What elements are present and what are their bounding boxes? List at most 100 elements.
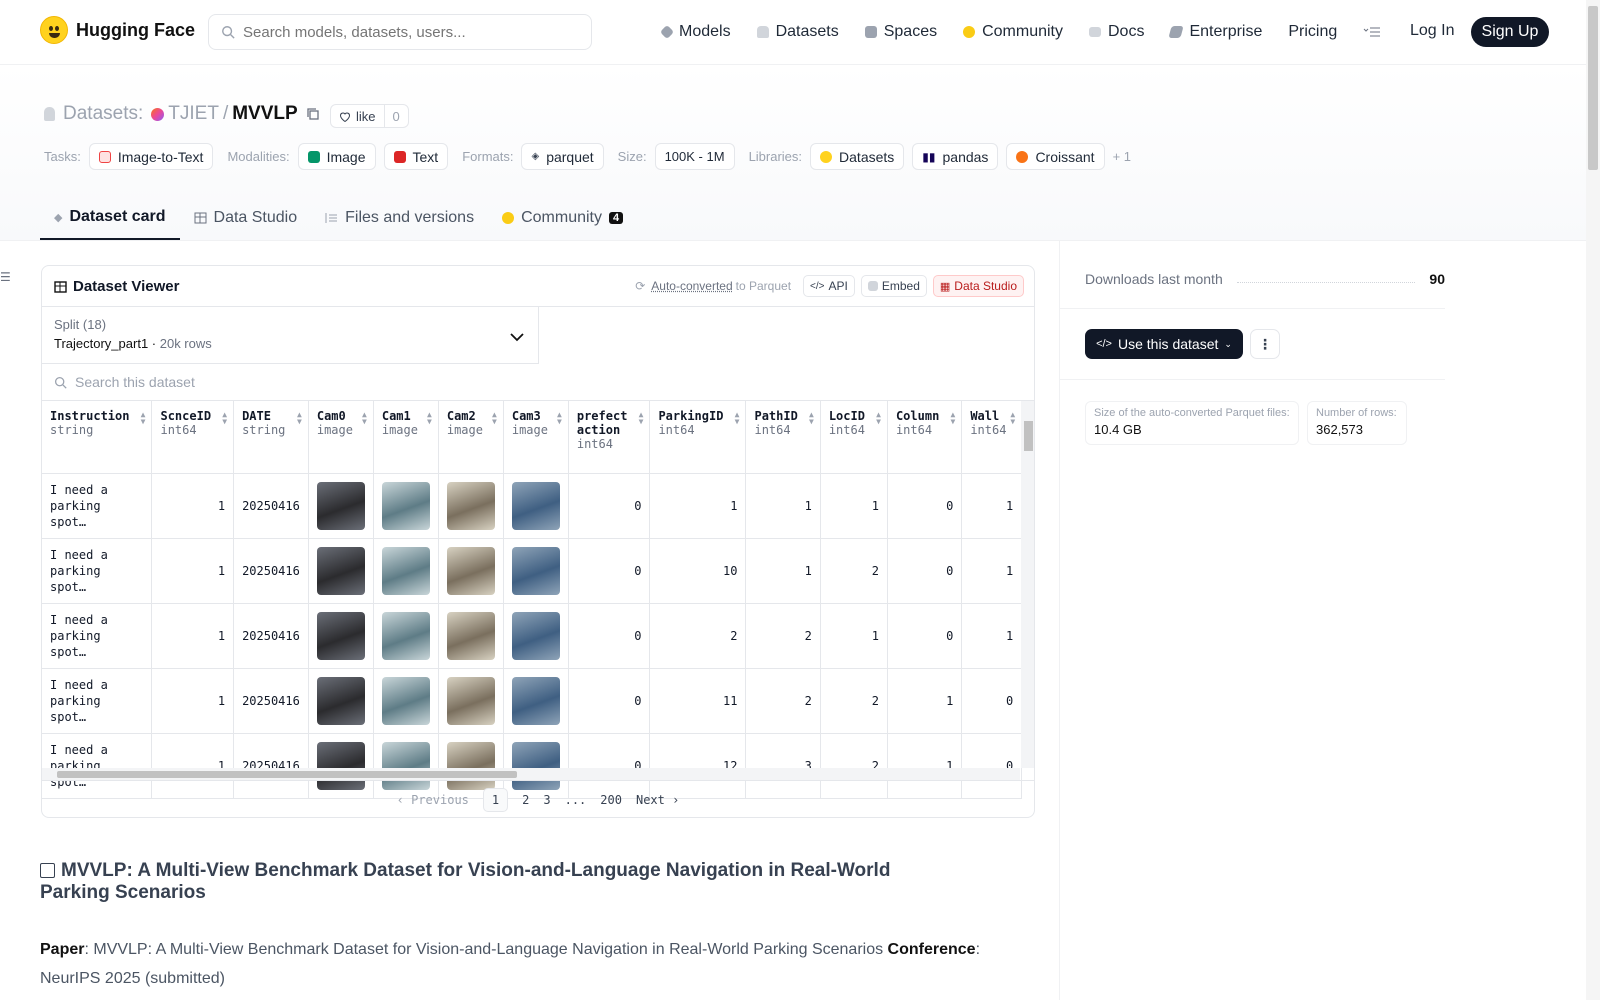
nav-more-menu[interactable] [1363, 26, 1381, 38]
data-cell[interactable]: 2 [820, 668, 888, 734]
data-cell[interactable]: 20250416 [233, 603, 309, 669]
image-cell[interactable] [503, 603, 569, 669]
image-cell[interactable] [503, 473, 569, 539]
copy-icon[interactable] [306, 107, 320, 121]
camera-thumbnail[interactable] [316, 676, 365, 725]
toc-toggle-icon[interactable]: ☰ [0, 270, 11, 284]
sort-icon[interactable]: ▲ ▼ [222, 411, 227, 426]
sort-icon[interactable]: ▲ ▼ [427, 411, 432, 426]
sort-icon[interactable]: ▲ ▼ [809, 411, 814, 426]
data-cell[interactable]: 0 [887, 473, 963, 539]
data-cell[interactable]: 2 [820, 538, 888, 604]
page-1[interactable]: 1 [482, 787, 509, 812]
tag-task-image-to-text[interactable]: Image-to-Text [88, 143, 214, 170]
data-cell[interactable]: 0 [887, 538, 963, 604]
split-selector[interactable]: Split (18) Trajectory_part1 · 20k rows [42, 307, 539, 364]
image-cell[interactable] [308, 603, 374, 669]
global-search-input[interactable] [243, 23, 563, 41]
table-row[interactable]: I need a parking spot… 1 20250416 0 2 2 1 0 1 [42, 603, 1023, 669]
data-cell[interactable]: 1 [961, 603, 1023, 669]
like-button[interactable]: like 0 [330, 104, 409, 128]
page-200[interactable]: 200 [600, 793, 622, 807]
image-cell[interactable] [373, 538, 439, 604]
camera-thumbnail[interactable] [381, 546, 430, 595]
data-cell[interactable]: 1 [745, 473, 821, 539]
breadcrumb-section[interactable]: Datasets: [63, 103, 143, 125]
camera-thumbnail[interactable] [381, 676, 430, 725]
api-button[interactable]: </> API [803, 275, 855, 297]
column-header[interactable]: Column int64 ▲ ▼ [887, 401, 963, 474]
data-cell[interactable]: 20250416 [233, 668, 309, 734]
camera-thumbnail[interactable] [316, 611, 365, 660]
data-cell[interactable]: 20250416 [233, 473, 309, 539]
column-header[interactable]: Cam0 image ▲ ▼ [308, 401, 374, 474]
image-cell[interactable] [438, 538, 504, 604]
image-cell[interactable] [373, 473, 439, 539]
nav-spaces[interactable]: Spaces [864, 23, 937, 41]
data-cell[interactable]: 1 [649, 473, 747, 539]
table-vertical-scrollbar[interactable] [1021, 401, 1034, 768]
tag-format-parquet[interactable]: ◈ parquet [521, 143, 604, 170]
column-header[interactable]: ParkingID int64 ▲ ▼ [649, 401, 747, 474]
dataset-search[interactable]: Search this dataset [42, 364, 1034, 401]
image-cell[interactable] [373, 603, 439, 669]
sort-icon[interactable]: ▲ ▼ [950, 411, 955, 426]
data-cell[interactable]: I need a parking spot… [42, 538, 153, 604]
data-cell[interactable]: 1 [151, 603, 235, 669]
camera-thumbnail[interactable] [511, 611, 560, 660]
image-cell[interactable] [308, 668, 374, 734]
embed-button[interactable]: Embed [860, 275, 927, 297]
tag-modality-image[interactable]: Image [297, 143, 376, 170]
breadcrumb-repo[interactable]: MVVLP [232, 103, 297, 125]
tab-community[interactable]: Community 4 [488, 196, 637, 240]
nav-community[interactable]: Community [963, 23, 1063, 41]
data-cell[interactable]: 0 [887, 603, 963, 669]
previous-page-button[interactable]: ‹ Previous [397, 793, 469, 807]
page-3[interactable]: 3 [543, 793, 550, 807]
nav-enterprise[interactable]: Enterprise [1168, 23, 1262, 41]
sort-icon[interactable]: ▲ ▼ [876, 411, 881, 426]
data-cell[interactable]: I need a parking spot… [42, 473, 153, 539]
column-header[interactable]: LocID int64 ▲ ▼ [820, 401, 888, 474]
page-2[interactable]: 2 [522, 793, 529, 807]
scroll-thumb[interactable] [57, 771, 517, 778]
camera-thumbnail[interactable] [316, 481, 365, 530]
nav-datasets[interactable]: Datasets [756, 23, 839, 41]
column-header[interactable]: Instruction string ▲ ▼ [42, 401, 153, 474]
data-cell[interactable]: 10 [649, 538, 747, 604]
tag-modality-text[interactable]: Text [383, 143, 449, 170]
camera-thumbnail[interactable] [446, 546, 495, 595]
column-header[interactable]: Wall int64 ▲ ▼ [961, 401, 1023, 474]
camera-thumbnail[interactable] [511, 481, 560, 530]
camera-thumbnail[interactable] [446, 611, 495, 660]
auto-converted-link[interactable]: Auto-converted [651, 279, 732, 293]
breadcrumb-org[interactable]: TJIET [168, 103, 219, 125]
sort-icon[interactable]: ▲ ▼ [362, 411, 367, 426]
data-studio-button[interactable]: ▦ Data Studio [932, 275, 1024, 297]
column-header[interactable]: Cam1 image ▲ ▼ [373, 401, 439, 474]
data-cell[interactable]: 1 [151, 668, 235, 734]
login-link[interactable]: Log In [1410, 22, 1454, 40]
sort-icon[interactable]: ▲ ▼ [141, 411, 146, 426]
page-scroll-thumb[interactable] [1588, 6, 1598, 170]
sort-icon[interactable]: ▲ ▼ [297, 411, 302, 426]
global-search[interactable] [208, 14, 592, 50]
data-cell[interactable]: 0 [568, 603, 651, 669]
column-header[interactable]: prefect action int64 ▲ ▼ [568, 401, 651, 474]
image-cell[interactable] [438, 603, 504, 669]
use-this-dataset-button[interactable]: </> Use this dataset ⌄ [1085, 329, 1243, 359]
data-cell[interactable]: 1 [745, 538, 821, 604]
data-cell[interactable]: 1 [887, 668, 963, 734]
image-cell[interactable] [308, 473, 374, 539]
tag-library-pandas[interactable]: ▮▮ pandas [912, 143, 999, 170]
page-scrollbar[interactable] [1586, 0, 1600, 1000]
data-cell[interactable]: 1 [820, 603, 888, 669]
nav-models[interactable]: Models [659, 23, 731, 41]
data-cell[interactable]: 1 [961, 473, 1023, 539]
data-cell[interactable]: 1 [151, 473, 235, 539]
table-row[interactable]: I need a parking spot… 1 20250416 0 10 1 2 0 1 [42, 538, 1023, 604]
sort-icon[interactable]: ▲ ▼ [735, 411, 740, 426]
more-tags[interactable]: + 1 [1113, 149, 1131, 164]
data-cell[interactable]: 2 [745, 668, 821, 734]
more-options-button[interactable]: ⋮ [1250, 329, 1280, 359]
